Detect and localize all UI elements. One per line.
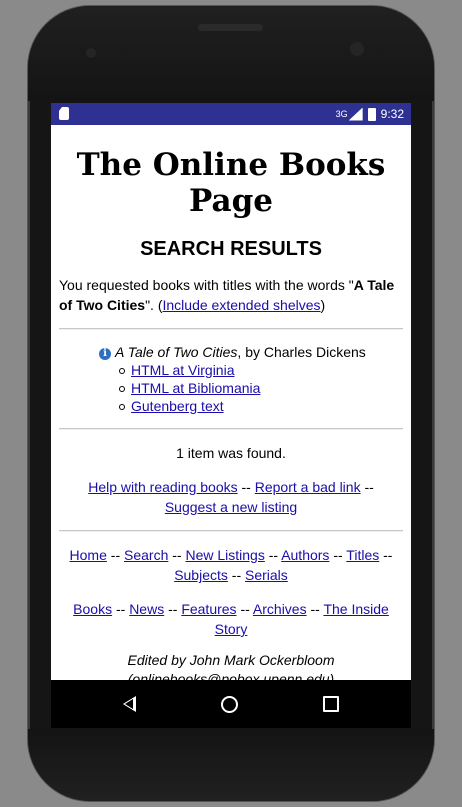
nav-authors-link[interactable]: Authors [281, 547, 329, 563]
list-item: HTML at Bibliomania [119, 379, 403, 397]
site-nav-primary: Home -- Search -- New Listings -- Author… [69, 547, 393, 583]
battery-icon [367, 107, 376, 121]
back-icon[interactable] [123, 696, 137, 712]
page-heading: SEARCH RESULTS [140, 238, 322, 260]
earpiece-speaker [198, 24, 263, 31]
phone-frame: 3G 9:32 The Online Books Page SEARCH RES… [28, 6, 434, 801]
nav-serials-link[interactable]: Serials [245, 567, 288, 583]
result-links-list: HTML at Virginia HTML at Bibliomania Gut… [59, 361, 403, 415]
signal-icon [348, 107, 363, 121]
recents-icon[interactable] [322, 696, 339, 712]
phone-top-bezel [28, 6, 434, 101]
divider [59, 530, 403, 532]
status-time: 9:32 [380, 107, 404, 121]
search-request-text: You requested books with titles with the… [59, 275, 403, 315]
help-links: Help with reading books -- Report a bad … [59, 477, 403, 517]
suggest-new-listing-link[interactable]: Suggest a new listing [165, 499, 297, 515]
sim-card-icon [59, 107, 69, 120]
request-prefix: You requested books with titles with the… [59, 277, 354, 293]
nav-subjects-link[interactable]: Subjects [174, 567, 228, 583]
request-suffix: ". ( [145, 297, 163, 313]
divider [59, 428, 403, 430]
nav-new-listings-link[interactable]: New Listings [185, 547, 264, 563]
request-close: ) [320, 297, 326, 313]
android-nav-bar [51, 680, 411, 728]
separator: -- [360, 479, 374, 495]
list-item: HTML at Virginia [119, 361, 403, 379]
separator: -- [237, 479, 255, 495]
gutenberg-text-link[interactable]: Gutenberg text [131, 398, 224, 414]
nav-books-link[interactable]: Books [73, 601, 112, 617]
result-item: i A Tale of Two Cities, by Charles Dicken… [59, 343, 403, 361]
home-icon[interactable] [220, 695, 238, 713]
front-camera [350, 42, 364, 56]
nav-archives-link[interactable]: Archives [253, 601, 307, 617]
status-indicators: 3G 9:32 [336, 107, 404, 121]
report-bad-link-link[interactable]: Report a bad link [255, 479, 361, 495]
nav-features-link[interactable]: Features [181, 601, 236, 617]
divider [59, 328, 403, 330]
site-title: The Online Books Page [76, 147, 386, 219]
nav-titles-link[interactable]: Titles [346, 547, 379, 563]
result-author: , by Charles Dickens [237, 344, 366, 360]
nav-news-link[interactable]: News [129, 601, 164, 617]
list-item: Gutenberg text [119, 397, 403, 415]
nav-search-link[interactable]: Search [124, 547, 168, 563]
proximity-sensor [86, 48, 96, 58]
network-type: 3G [335, 109, 348, 119]
result-title: A Tale of Two Cities [115, 344, 238, 360]
info-icon[interactable]: i [99, 348, 111, 360]
site-nav-secondary: Books -- News -- Features -- Archives --… [73, 601, 389, 637]
nav-home-link[interactable]: Home [70, 547, 107, 563]
page-content: The Online Books Page SEARCH RESULTS You… [51, 147, 411, 689]
phone-bottom-bezel [28, 729, 434, 801]
editor-credit: Edited by John Mark Ockerbloom [127, 652, 335, 668]
html-at-bibliomania-link[interactable]: HTML at Bibliomania [131, 380, 260, 396]
include-extended-shelves-link[interactable]: Include extended shelves [163, 297, 321, 313]
help-reading-books-link[interactable]: Help with reading books [88, 479, 237, 495]
result-count: 1 item was found. [176, 445, 286, 461]
screen: 3G 9:32 The Online Books Page SEARCH RES… [51, 103, 411, 728]
html-at-virginia-link[interactable]: HTML at Virginia [131, 362, 234, 378]
status-bar: 3G 9:32 [51, 103, 411, 125]
